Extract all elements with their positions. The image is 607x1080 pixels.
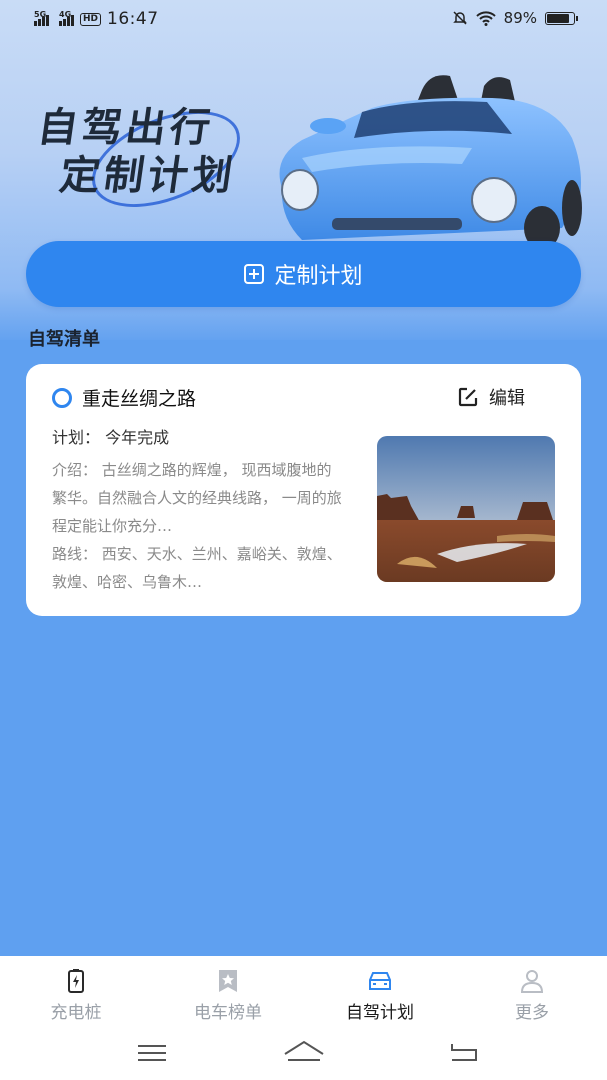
tab-self-drive-plan[interactable]: 自驾计划 xyxy=(325,968,435,1023)
clock: 16:47 xyxy=(107,9,159,29)
add-box-icon xyxy=(244,264,265,284)
edit-icon xyxy=(458,387,478,407)
back-icon[interactable] xyxy=(451,1044,477,1061)
trip-intro: 介绍： 古丝绸之路的辉煌， 现西域腹地的繁华。自然融合人文的经典线路， 一周的旅… xyxy=(52,461,342,535)
plan-text: 计划： 今年完成 xyxy=(52,428,170,447)
menu-icon[interactable] xyxy=(138,1045,166,1061)
system-nav-bar xyxy=(138,1040,477,1061)
tab-label: 更多 xyxy=(515,1003,549,1023)
hero-title-line1: 自驾出行 xyxy=(34,105,218,151)
tab-ranking[interactable]: 电车榜单 xyxy=(173,968,283,1023)
signal-4g-icon: 4G xyxy=(59,10,74,26)
person-icon xyxy=(520,970,544,993)
mute-bell-icon xyxy=(452,11,467,25)
trip-card[interactable]: 重走丝绸之路 编辑 计划： 今年完成 介绍： 古丝绸之路的辉煌， 现西域腹地的繁… xyxy=(26,364,581,616)
car-illustration xyxy=(279,75,582,248)
charging-pile-icon xyxy=(68,969,84,993)
trip-route: 路线： 西安、天水、兰州、嘉峪关、敦煌、敦煌、哈密、乌鲁木… xyxy=(52,545,342,591)
trip-title: 重走丝绸之路 xyxy=(82,388,197,410)
status-bar: 5G 4G HD 16:47 89% xyxy=(0,0,607,38)
edit-button[interactable]: 编辑 xyxy=(457,384,525,410)
trip-description: 介绍： 古丝绸之路的辉煌， 现西域腹地的繁华。自然融合人文的经典线路， 一周的旅… xyxy=(52,456,344,596)
section-title: 自驾清单 xyxy=(28,329,100,350)
bottom-tab-bar: 充电桩 电车榜单 自驾计划 更多 xyxy=(0,956,607,1080)
tab-label: 电车榜单 xyxy=(194,1003,262,1023)
create-plan-label: 定制计划 xyxy=(274,264,363,289)
tab-label: 自驾计划 xyxy=(346,1003,414,1023)
desert-landscape-image xyxy=(377,436,555,582)
home-icon[interactable] xyxy=(284,1040,324,1061)
signal-5g-icon: 5G xyxy=(34,10,49,26)
battery-percent: 89% xyxy=(503,9,537,27)
tab-more[interactable]: 更多 xyxy=(477,968,587,1023)
ranking-star-icon xyxy=(219,970,237,992)
battery-icon xyxy=(545,11,578,25)
hd-icon: HD xyxy=(80,12,102,26)
car-icon xyxy=(369,972,391,990)
edit-label: 编辑 xyxy=(489,388,525,409)
tab-label: 充电桩 xyxy=(50,1003,102,1023)
wifi-icon xyxy=(475,11,496,26)
hero-title: 自驾出行 定制计划 xyxy=(35,104,239,200)
tab-charging[interactable]: 充电桩 xyxy=(21,968,131,1023)
hero-title-line2: 定制计划 xyxy=(56,153,240,199)
create-plan-button[interactable]: 定制计划 xyxy=(26,241,581,307)
select-radio[interactable] xyxy=(52,387,72,408)
